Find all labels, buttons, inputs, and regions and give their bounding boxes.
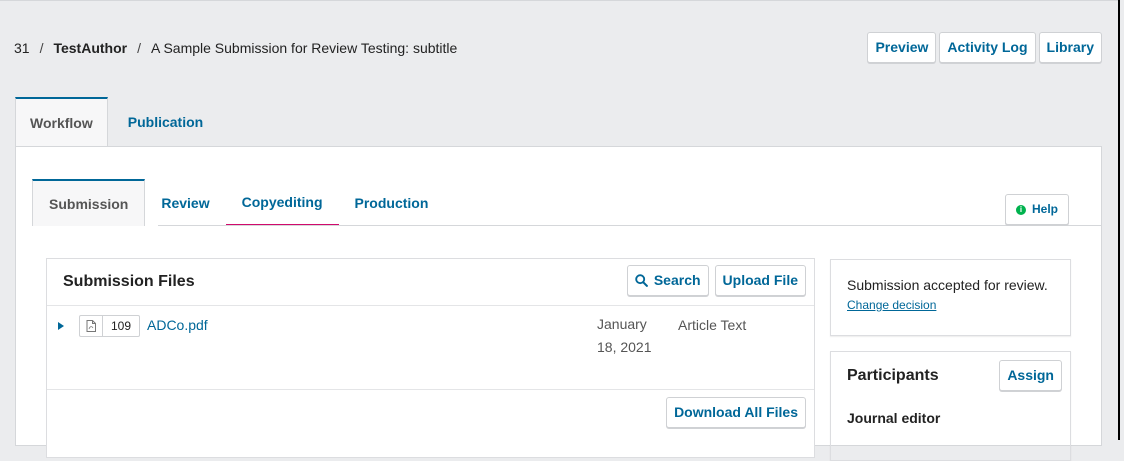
- file-date: January 18, 2021: [597, 316, 652, 355]
- assign-button[interactable]: Assign: [999, 360, 1062, 391]
- library-button[interactable]: Library: [1038, 32, 1102, 63]
- help-label: Help: [1031, 202, 1058, 216]
- tab-workflow[interactable]: Workflow: [15, 97, 108, 146]
- preview-button[interactable]: Preview: [867, 32, 937, 63]
- search-icon: [635, 274, 648, 287]
- file-id: 109: [111, 319, 132, 333]
- tab-copyediting[interactable]: Copyediting: [225, 179, 339, 226]
- window-right-border: [1118, 0, 1120, 440]
- pdf-file-icon: [80, 316, 103, 336]
- file-badge: 109: [79, 315, 141, 337]
- participants-panel: Participants Assign Journal editor: [830, 351, 1071, 461]
- activity-log-button[interactable]: Activity Log: [939, 32, 1036, 63]
- change-decision-link[interactable]: Change decision: [847, 298, 1054, 312]
- submission-files-title: Submission Files: [63, 273, 195, 290]
- stage-tabs: Submission Review Copyediting Production: [32, 179, 444, 226]
- submission-title: A Sample Submission for Review Testing: …: [150, 40, 458, 56]
- breadcrumb-separator: /: [39, 40, 44, 56]
- decision-status: Submission accepted for review.: [847, 277, 1048, 293]
- breadcrumb: 31 / TestAuthor / A Sample Submission fo…: [14, 40, 457, 56]
- search-button[interactable]: Search: [626, 265, 709, 296]
- file-name-link[interactable]: ADCo.pdf: [147, 317, 208, 333]
- tab-production[interactable]: Production: [339, 179, 445, 226]
- window-top-border: [0, 0, 1118, 1]
- participants-title: Participants: [847, 367, 939, 384]
- info-icon: i: [1015, 204, 1026, 215]
- main-tabs: Workflow Publication: [15, 97, 217, 146]
- submission-id: 31: [14, 40, 30, 56]
- decision-panel: Submission accepted for review. Change d…: [830, 259, 1071, 336]
- header-actions: Preview Activity Log Library: [867, 32, 1102, 63]
- breadcrumb-separator: /: [137, 40, 141, 56]
- help-button[interactable]: i Help: [1004, 194, 1069, 225]
- submission-files-panel: Submission Files Search Upload File 109 …: [46, 258, 815, 458]
- download-all-files-button[interactable]: Download All Files: [666, 397, 806, 428]
- upload-file-button[interactable]: Upload File: [714, 265, 806, 296]
- tab-publication[interactable]: Publication: [114, 97, 217, 146]
- file-type: Article Text: [678, 317, 747, 333]
- tabs-divider: [158, 225, 1101, 226]
- table-row: 109 ADCo.pdf January 18, 2021 Article Te…: [47, 306, 814, 388]
- row-divider: [47, 389, 814, 390]
- expand-row-icon[interactable]: [58, 322, 64, 330]
- tab-submission[interactable]: Submission: [32, 179, 146, 226]
- workflow-panel: Submission Review Copyediting Production…: [15, 146, 1102, 461]
- submission-author: TestAuthor: [53, 40, 128, 56]
- search-label: Search: [653, 272, 701, 288]
- files-actions: Search Upload File: [626, 265, 806, 296]
- tab-review[interactable]: Review: [145, 179, 225, 226]
- participant-role-heading: Journal editor: [847, 410, 941, 426]
